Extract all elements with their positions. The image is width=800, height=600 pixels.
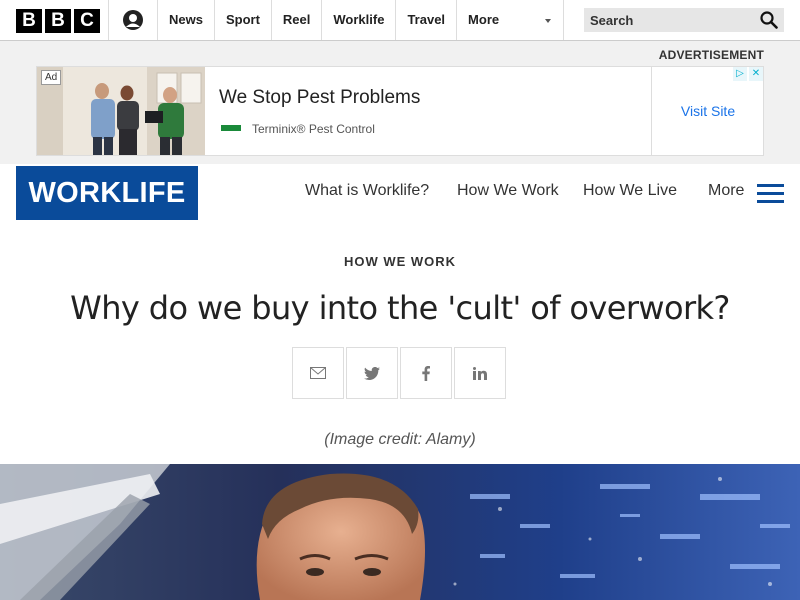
share-facebook-button[interactable] [400, 347, 452, 399]
bbc-logo-letter: B [45, 9, 71, 33]
advert-photo [37, 67, 205, 155]
worklife-nav-what-is[interactable]: What is Worklife? [305, 182, 429, 204]
bbc-nav-worklife[interactable]: Worklife [321, 0, 395, 40]
advert-headline[interactable]: We Stop Pest Problems [219, 87, 420, 109]
email-icon [310, 367, 326, 379]
worklife-nav-how-we-live[interactable]: How We Live [583, 182, 677, 204]
ad-badge: Ad [41, 70, 62, 85]
close-ad-icon[interactable]: ✕ [749, 67, 763, 81]
bbc-nav-travel[interactable]: Travel [395, 0, 456, 40]
linkedin-icon [473, 366, 487, 380]
bbc-logo-letter: B [16, 9, 42, 33]
visit-site-button[interactable]: Visit Site [681, 103, 735, 119]
search-box [584, 8, 784, 32]
image-credit: (Image credit: Alamy) [324, 431, 476, 448]
share-email-button[interactable] [292, 347, 344, 399]
search-input[interactable] [584, 8, 754, 32]
ad-choices-icon[interactable]: ▷ [733, 67, 747, 81]
advert-label: ADVERTISEMENT [658, 48, 764, 62]
bbc-nav-more-label: More [468, 12, 500, 27]
worklife-nav-how-we-work[interactable]: How We Work [457, 182, 559, 204]
worklife-nav-more[interactable]: More [708, 182, 744, 204]
bbc-nav-news[interactable]: News [157, 0, 214, 40]
worklife-logo[interactable]: WORKLIFE [16, 166, 198, 220]
terminix-logo-icon [221, 125, 241, 131]
article-section-label[interactable]: HOW WE WORK [0, 254, 800, 269]
ad-choices: ▷ ✕ [733, 67, 763, 81]
bbc-logo-letter: C [74, 9, 100, 33]
advert-image[interactable]: Ad [37, 67, 205, 155]
bbc-nav-reel[interactable]: Reel [270, 0, 321, 40]
advert-band: ADVERTISEMENT Ad We Stop Pest Problems T… [0, 41, 800, 164]
search-icon[interactable] [760, 11, 778, 29]
hero-photo [0, 464, 800, 600]
article-headline: Why do we buy into the 'cult' of overwor… [70, 289, 730, 327]
bbc-nav-more[interactable]: More [456, 0, 565, 40]
advert-banner[interactable]: Ad We Stop Pest Problems Terminix® Pest … [36, 66, 764, 156]
bbc-logo[interactable]: B B C [16, 9, 100, 33]
bbc-nav: News Sport Reel Worklife Travel More [157, 0, 565, 40]
advert-brand[interactable]: Terminix® Pest Control [252, 122, 375, 136]
account-button[interactable] [109, 0, 157, 40]
article-hero-image [0, 464, 800, 600]
share-linkedin-button[interactable] [454, 347, 506, 399]
share-twitter-button[interactable] [346, 347, 398, 399]
hamburger-menu-icon[interactable] [757, 184, 784, 203]
facebook-icon [422, 365, 430, 381]
account-icon [123, 10, 143, 30]
chevron-down-icon [545, 19, 552, 23]
bbc-nav-sport[interactable]: Sport [213, 0, 271, 40]
twitter-icon [364, 366, 380, 380]
bbc-top-bar: B B C News Sport Reel Worklife Travel Mo… [0, 0, 800, 41]
